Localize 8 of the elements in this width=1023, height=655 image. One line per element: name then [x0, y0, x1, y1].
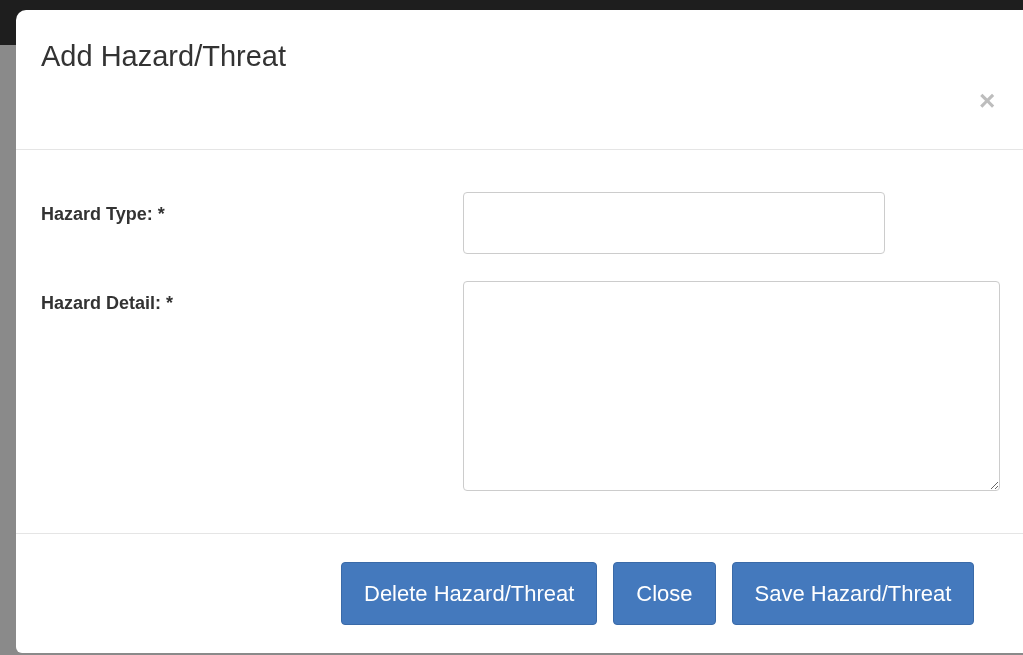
text-field[interactable]	[463, 192, 885, 254]
dialog-title: Add Hazard/Threat	[41, 42, 286, 71]
text-area[interactable]	[463, 281, 1000, 491]
field-label: Hazard Detail: *	[40, 292, 175, 315]
field-label: Hazard Type: *	[40, 203, 166, 226]
dialog-button[interactable]: Save Hazard/Threat	[731, 562, 975, 625]
dialog-button[interactable]: Delete Hazard/Threat	[341, 562, 598, 625]
dialog-button[interactable]: Close	[613, 562, 716, 625]
